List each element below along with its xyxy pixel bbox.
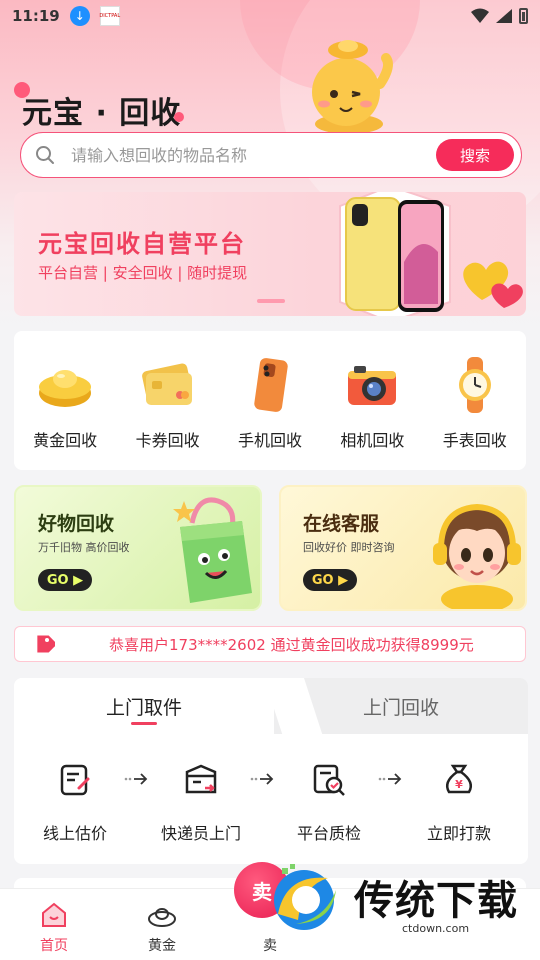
promo-card-service[interactable]: 在线客服 回收好价 即时咨询 GO ▶: [279, 485, 527, 611]
decor-dot: [174, 112, 184, 122]
nav-home[interactable]: 首页: [0, 889, 108, 960]
download-icon: ↓: [69, 6, 90, 26]
svg-text:¥: ¥: [455, 778, 463, 791]
nav-label: 黄金: [148, 938, 176, 954]
hearts-icon: [463, 261, 523, 308]
promo-title: 好物回收: [38, 513, 115, 535]
mascot-icon: [312, 40, 393, 134]
category-label: 黄金回收: [33, 431, 98, 450]
signal-icon: [496, 9, 512, 23]
arrow-right-icon: [378, 773, 402, 785]
category-grid: 黄金回收 卡券回收 手机回收 相机回收 手表回收: [14, 331, 526, 470]
service-panel: 上门回收 上门取件 线上估价 快递员上门 平台质检 ¥ 立即打款: [14, 678, 528, 864]
watermark: 传统下载 ctdown.com: [266, 860, 540, 944]
promo-card-goods[interactable]: 好物回收 万千旧物 高价回收 GO ▶: [14, 485, 262, 611]
category-gold[interactable]: 黄金回收: [20, 353, 110, 470]
inspect-icon: [313, 764, 345, 796]
home-icon: [42, 902, 66, 927]
category-label: 卡券回收: [135, 431, 200, 450]
status-bar: 11:19 ↓ DICTPAL: [0, 0, 540, 32]
battery-icon: [519, 8, 528, 24]
camera-icon: [348, 366, 397, 405]
active-tab-underline: [131, 722, 157, 725]
search-input[interactable]: [71, 145, 436, 165]
package-icon: [185, 764, 217, 794]
category-phone[interactable]: 手机回收: [225, 353, 315, 470]
phone-image-icon: [339, 192, 451, 316]
step-label: 快递员上门: [160, 824, 241, 843]
tag-icon: [37, 635, 55, 653]
status-time: 11:19: [12, 7, 60, 25]
app-notification-icon: DICTPAL: [99, 6, 120, 26]
wifi-icon: [471, 8, 489, 23]
step-estimate: 线上估价: [20, 762, 130, 844]
promo-banner[interactable]: 元宝回收自营平台 平台自营 | 安全回收 | 随时提现: [14, 192, 526, 316]
category-label: 手机回收: [237, 431, 302, 450]
watch-icon: [458, 357, 491, 413]
phone-icon: [254, 358, 288, 412]
promo-subtitle: 回收好价 即时咨询: [303, 541, 395, 554]
step-label: 线上估价: [42, 824, 107, 843]
go-button[interactable]: GO ▶: [303, 569, 357, 591]
watermark-logo-icon: [274, 864, 336, 930]
gold-ingot-icon: [39, 370, 92, 407]
shopping-bag-icon: [173, 497, 252, 603]
watermark-url: ctdown.com: [402, 922, 470, 935]
category-watch[interactable]: 手表回收: [430, 353, 520, 470]
carousel-indicator: [257, 299, 285, 303]
watermark-text: 传统下载: [354, 878, 518, 924]
step-courier: 快递员上门: [146, 762, 256, 844]
money-bag-icon: ¥: [446, 764, 472, 794]
go-button[interactable]: GO ▶: [38, 569, 92, 591]
promo-subtitle: 万千旧物 高价回收: [38, 541, 130, 554]
customer-service-girl-icon: [433, 503, 521, 609]
category-label: 相机回收: [340, 431, 405, 450]
step-payout: ¥ 立即打款: [404, 762, 514, 844]
category-label: 手表回收: [442, 431, 507, 450]
promo-title: 在线客服: [303, 513, 380, 535]
ticker-text: 恭喜用户173****2602 通过黄金回收成功获得8999元: [109, 635, 474, 654]
nav-gold[interactable]: 黄金: [108, 889, 216, 960]
page-title: 元宝 · 回收: [22, 96, 182, 131]
service-steps: 线上估价 快递员上门 平台质检 ¥ 立即打款: [14, 762, 528, 852]
search-icon: [36, 146, 54, 164]
gold-ingot-outline-icon: [148, 908, 176, 927]
arrow-right-icon: [250, 773, 274, 785]
step-label: 平台质检: [296, 824, 361, 843]
announcement-ticker: 恭喜用户173****2602 通过黄金回收成功获得8999元: [14, 626, 526, 662]
step-inspect: 平台质检: [274, 762, 384, 844]
search-button[interactable]: 搜索: [436, 139, 514, 171]
nav-label: 首页: [40, 938, 68, 954]
edit-form-icon: [60, 764, 90, 796]
category-camera[interactable]: 相机回收: [327, 353, 417, 470]
category-card[interactable]: 卡券回收: [123, 353, 213, 470]
tab-home-pickup[interactable]: 上门取件: [14, 678, 274, 734]
card-icon: [141, 363, 192, 405]
search-bar[interactable]: 搜索: [20, 132, 522, 178]
banner-title: 元宝回收自营平台: [38, 230, 246, 258]
step-label: 立即打款: [426, 824, 491, 843]
banner-subtitle: 平台自营 | 安全回收 | 随时提现: [38, 264, 248, 282]
